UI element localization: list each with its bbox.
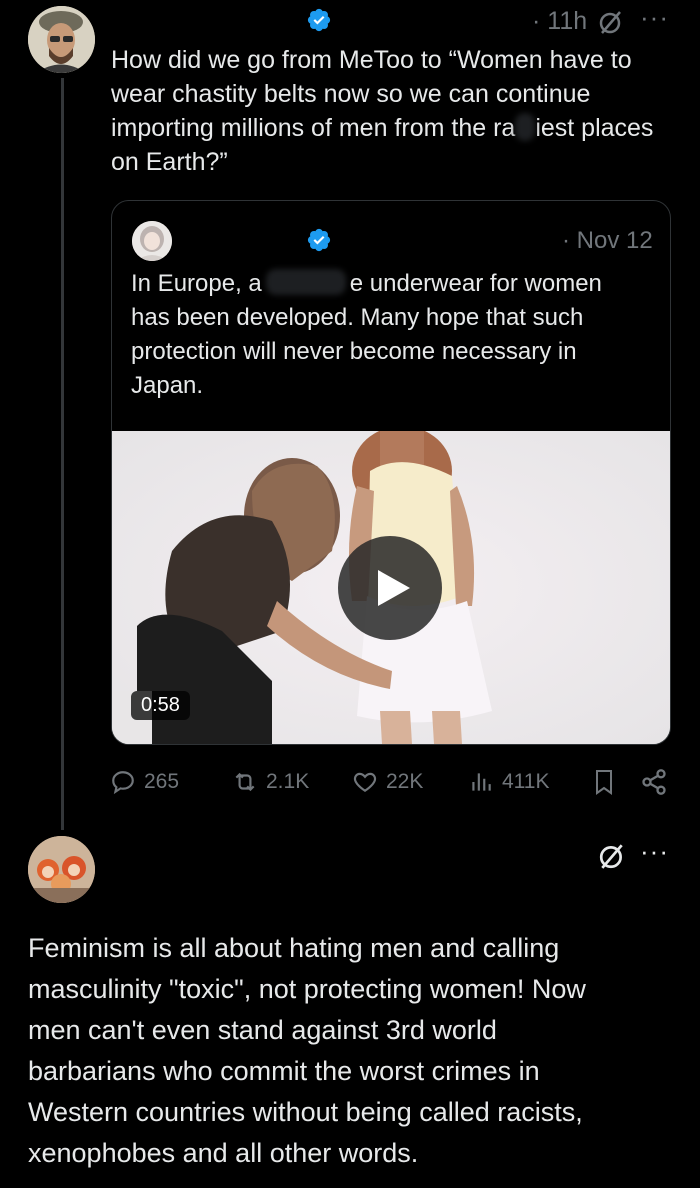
like-count: 22K [386,770,424,793]
reply-text-line: barbarians who commit the worst crimes i… [28,1056,540,1086]
tweet-text-fragment: importing millions of men from the ra [111,114,516,142]
quoted-text-line: Japan. [131,372,204,399]
repost-icon [235,772,255,792]
play-button[interactable] [338,536,442,640]
quoted-text-line: In Europe, a e underwear for women [131,267,661,301]
views-count: 411K [502,770,550,793]
redaction-blur [265,269,346,295]
quoted-tweet-text: In Europe, a e underwear for women has be… [131,267,661,403]
views-icon [472,773,491,791]
reply-action[interactable]: 265 [110,768,179,796]
avatar-illustration-icon [28,836,95,903]
reply-text-line: xenophobes and all other words. [28,1138,419,1168]
tweet-text-line: importing millions of men from the ra ies… [111,111,686,145]
video-player[interactable]: 0:58 [112,431,670,744]
views-action[interactable]: 411K [468,768,550,796]
tweet-text: How did we go from MeToo to “Women have … [111,43,686,179]
reply-count: 265 [144,770,180,793]
reply-text: Feminism is all about hating men and cal… [28,928,688,1174]
play-icon [378,570,410,606]
verified-badge-icon [307,228,331,252]
quoted-tweet-date[interactable]: · Nov 12 [562,227,653,255]
quoted-text-line: has been developed. Many hope that such [131,304,584,331]
more-options-icon[interactable]: ··· [640,836,669,867]
heart-icon [353,772,377,792]
repost-count: 2.1K [266,770,310,793]
thread-connector-line [61,78,64,830]
avatar-photo-icon [132,221,172,261]
tweet-text-line: on Earth?” [111,148,228,176]
reply-text-line: men can't even stand against 3rd world [28,1015,497,1045]
bookmark-icon[interactable] [592,769,616,795]
tweet-text-line: How did we go from MeToo to “Women have … [111,46,632,74]
reply-author-avatar[interactable] [28,836,95,903]
quoted-author-avatar[interactable] [132,221,172,261]
repost-action[interactable]: 2.1K [232,768,309,796]
reply-icon [112,771,134,795]
redaction-blur [515,113,536,141]
grok-icon[interactable] [598,842,626,870]
tweet-text-fragment: iest places [535,114,654,142]
grok-icon[interactable] [598,9,624,35]
quoted-tweet-card[interactable]: · Nov 12 In Europe, a e underwear for wom… [111,200,671,745]
tweet-text-line: wear chastity belts now so we can contin… [111,80,591,108]
reply-text-line: Feminism is all about hating men and cal… [28,933,560,963]
more-options-icon[interactable]: ··· [640,2,669,33]
avatar-photo-icon [28,6,95,73]
share-icon[interactable] [640,768,668,796]
quoted-text-fragment: e underwear for women [349,270,602,297]
verified-badge-icon [307,8,331,32]
quoted-text-fragment: In Europe, a [131,270,262,297]
author-avatar[interactable] [28,6,95,73]
video-duration-badge: 0:58 [131,691,190,720]
reply-text-line: masculinity "toxic", not protecting wome… [28,974,586,1004]
quoted-text-line: protection will never become necessary i… [131,338,577,365]
tweet-timestamp[interactable]: · 11h [532,7,587,36]
reply-text-line: Western countries without being called r… [28,1097,583,1127]
like-action[interactable]: 22K [352,768,423,796]
